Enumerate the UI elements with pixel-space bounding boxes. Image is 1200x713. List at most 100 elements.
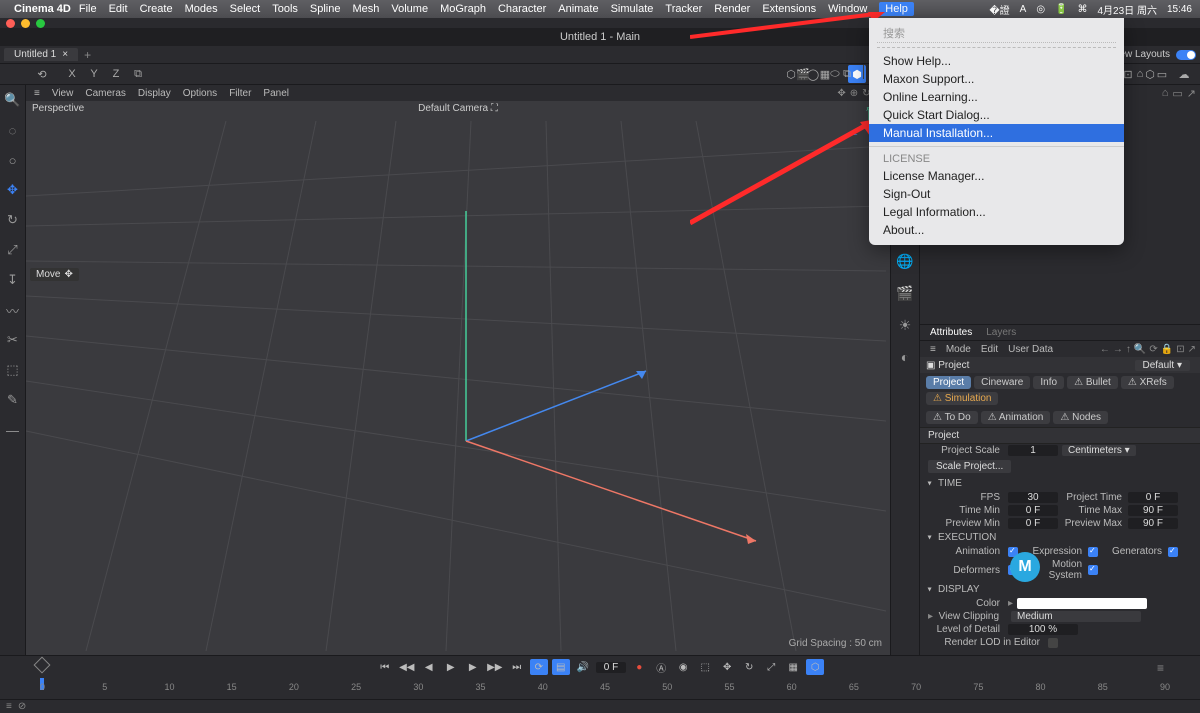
section-display[interactable]: ▸DISPLAY [920, 582, 1200, 597]
menu-volume[interactable]: Volume [391, 3, 428, 15]
time-max-input[interactable]: 90 F [1128, 505, 1178, 516]
color-swatch[interactable] [1017, 598, 1147, 609]
pla-key-icon[interactable]: ⬡ [806, 659, 824, 675]
material-icon[interactable]: ◐ [895, 347, 915, 367]
goto-start-icon[interactable]: ⏮ [376, 659, 394, 675]
extrude-tool-icon[interactable]: ⬚ [4, 361, 22, 379]
hamburger-icon[interactable]: ≡ [930, 344, 936, 355]
menu-item-legal-info[interactable]: Legal Information... [869, 203, 1124, 221]
timeline-menu-icon[interactable]: ≡ [1157, 661, 1164, 675]
search-icon[interactable]: 🔍 [4, 91, 22, 109]
nav-up-icon[interactable]: ↑ [1126, 344, 1131, 355]
menubar-time[interactable]: 15:46 [1167, 4, 1192, 15]
cloud-icon[interactable]: ☁ [1175, 65, 1193, 83]
menu-create[interactable]: Create [140, 3, 173, 15]
prev-key-icon[interactable]: ◀◀ [398, 659, 416, 675]
home-icon[interactable]: ⌂ [1131, 65, 1149, 83]
picture-viewer-icon[interactable]: ▦ [816, 65, 834, 83]
om-home-icon[interactable]: ⌂ [1162, 87, 1169, 100]
pill-nodes[interactable]: ⚠ Nodes [1053, 411, 1108, 424]
menu-mograph[interactable]: MoGraph [440, 3, 486, 15]
zoom-window-button[interactable] [36, 19, 45, 28]
axis-x-toggle[interactable]: X [63, 65, 81, 83]
attr-menu-edit[interactable]: Edit [981, 344, 998, 355]
menu-modes[interactable]: Modes [185, 3, 218, 15]
menu-character[interactable]: Character [498, 3, 546, 15]
new-layouts-toggle[interactable]: New Layouts [1112, 49, 1196, 60]
default-preset-select[interactable]: Default ▾ [1135, 360, 1191, 371]
light-icon[interactable]: ☀ [895, 315, 915, 335]
loop-icon[interactable]: ⟳ [530, 659, 548, 675]
time-min-input[interactable]: 0 F [1008, 505, 1058, 516]
render-lod-checkbox[interactable] [1048, 638, 1058, 648]
place-tool-icon[interactable]: ↧ [4, 271, 22, 289]
close-window-button[interactable] [6, 19, 15, 28]
pill-animation[interactable]: ⚠ Animation [981, 411, 1051, 424]
menubar-date[interactable]: 4月23日 周六 [1098, 2, 1157, 17]
menu-simulate[interactable]: Simulate [611, 3, 654, 15]
rot-key-icon[interactable]: ↻ [740, 659, 758, 675]
record-icon[interactable]: ● [630, 659, 648, 675]
menu-item-manual-installation[interactable]: Manual Installation... [869, 124, 1124, 142]
tab-layers[interactable]: Layers [986, 327, 1016, 338]
motion-system-checkbox[interactable] [1088, 565, 1098, 575]
nav-fwd-icon[interactable]: → [1113, 344, 1123, 355]
section-execution[interactable]: ▸EXECUTION [920, 530, 1200, 545]
menu-spline[interactable]: Spline [310, 3, 341, 15]
wifi-icon[interactable]: �證 [989, 2, 1009, 17]
control-center-icon[interactable]: ⌘ [1078, 4, 1088, 15]
menu-edit[interactable]: Edit [109, 3, 128, 15]
user-icon[interactable]: ◎ [1036, 4, 1045, 15]
document-tab[interactable]: Untitled 1 × [4, 48, 78, 61]
spline-tool-icon[interactable]: 〰 [4, 301, 22, 319]
next-key-icon[interactable]: ▶▶ [486, 659, 504, 675]
toggle-icon[interactable] [1176, 50, 1196, 60]
vp-menu-view[interactable]: View [52, 88, 74, 99]
move-tool-icon[interactable]: ✥ [4, 181, 22, 199]
menu-item-show-help[interactable]: Show Help... [869, 52, 1124, 70]
attr-menu-userdata[interactable]: User Data [1008, 344, 1053, 355]
view-clipping-select[interactable]: Medium [1011, 611, 1141, 622]
pill-todo[interactable]: ⚠ To Do [926, 411, 978, 424]
history-icon[interactable]: ⟲ [33, 65, 51, 83]
menu-animate[interactable]: Animate [558, 3, 598, 15]
viewport-3d[interactable]: Perspective Default Camera ⛶ [26, 101, 890, 655]
pos-key-icon[interactable]: ✥ [718, 659, 736, 675]
pill-info[interactable]: Info [1033, 376, 1064, 389]
param-key-icon[interactable]: ▦ [784, 659, 802, 675]
brush-tool-icon[interactable]: ✎ [4, 391, 22, 409]
status-icon[interactable]: ⊘ [18, 701, 26, 712]
preview-min-input[interactable]: 0 F [1008, 518, 1058, 529]
nav-back-icon[interactable]: ← [1100, 344, 1110, 355]
fps-input[interactable]: 30 [1008, 492, 1058, 503]
lock-icon[interactable]: ⟳ [1149, 344, 1157, 355]
project-scale-unit-select[interactable]: Centimeters ▾ [1062, 445, 1136, 456]
sound-icon[interactable]: 🔊 [574, 659, 592, 675]
hamburger-icon[interactable]: ≡ [34, 88, 40, 99]
current-frame-input[interactable]: 0 F [596, 662, 626, 673]
menu-item-sign-out[interactable]: Sign-Out [869, 185, 1124, 203]
layout-icon[interactable]: ▭ [1153, 65, 1171, 83]
autokey-icon[interactable]: Ⓐ [652, 659, 670, 675]
menu-extensions[interactable]: Extensions [762, 3, 816, 15]
om-layout-icon[interactable]: ▭ [1172, 87, 1182, 100]
pin-icon[interactable]: 🔒 [1161, 344, 1173, 355]
project-scale-input[interactable]: 1 [1008, 445, 1058, 456]
popout-icon[interactable]: ↗ [1188, 344, 1196, 355]
coord-icon[interactable]: ⧉ [129, 65, 147, 83]
scale-project-button[interactable]: Scale Project... [928, 460, 1011, 473]
prev-frame-icon[interactable]: ◀ [420, 659, 438, 675]
vp-menu-display[interactable]: Display [138, 88, 171, 99]
hamburger-icon[interactable]: ≡ [6, 701, 12, 712]
expand-icon[interactable]: ⊡ [1176, 344, 1184, 355]
attr-menu-mode[interactable]: Mode [946, 344, 971, 355]
search-icon[interactable]: 🔍 [1134, 344, 1146, 355]
pill-bullet[interactable]: ⚠ Bullet [1067, 376, 1118, 389]
key-icon[interactable]: ◉ [674, 659, 692, 675]
rotate-tool-icon[interactable]: ↻ [4, 211, 22, 229]
keysel-icon[interactable]: ⬚ [696, 659, 714, 675]
vp-menu-cameras[interactable]: Cameras [85, 88, 126, 99]
vp-menu-filter[interactable]: Filter [229, 88, 251, 99]
knife-tool-icon[interactable]: ✂ [4, 331, 22, 349]
timeline-ruler[interactable]: 051015202530354045505560657075808590 [40, 678, 1160, 698]
